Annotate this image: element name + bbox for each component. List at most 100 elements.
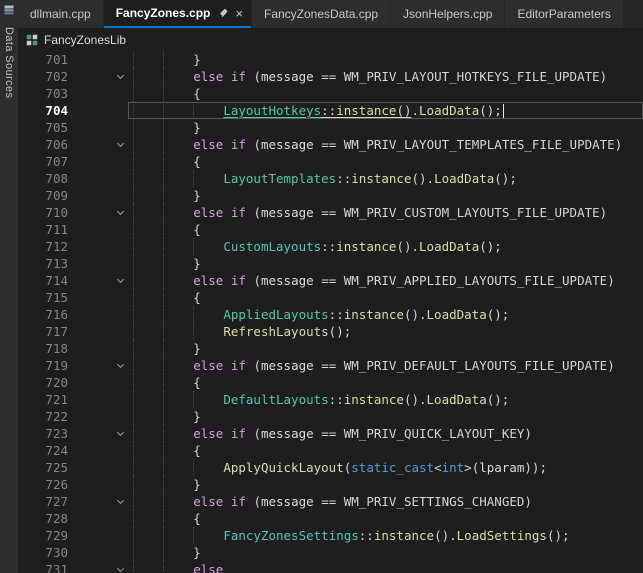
code-text[interactable]: else if (message == WM_PRIV_CUSTOM_LAYOU…	[128, 204, 643, 221]
code-token: ();	[494, 171, 517, 186]
code-line-728[interactable]: 728 {	[18, 510, 643, 527]
code-text[interactable]: }	[128, 544, 643, 561]
code-text[interactable]: {	[128, 153, 643, 170]
code-text[interactable]: }	[128, 119, 643, 136]
code-token: message	[261, 494, 314, 509]
code-line-715[interactable]: 715 {	[18, 289, 643, 306]
side-tool-tab-data-sources[interactable]: Data Sources	[0, 0, 18, 573]
code-text[interactable]: else if (message == WM_PRIV_APPLIED_LAYO…	[128, 272, 643, 289]
tab-dllmain.cpp[interactable]: dllmain.cpp	[18, 0, 103, 28]
code-line-707[interactable]: 707 {	[18, 153, 643, 170]
code-text[interactable]: RefreshLayouts();	[128, 323, 643, 340]
fold-collapse-control[interactable]	[112, 425, 128, 442]
code-text[interactable]: }	[128, 408, 643, 425]
code-editor[interactable]: 701 }702 else if (message == WM_PRIV_LAY…	[18, 51, 643, 573]
tab-JsonHelpers.cpp[interactable]: JsonHelpers.cpp	[391, 0, 504, 28]
indent-guide	[193, 102, 194, 119]
code-text[interactable]: else if (message == WM_PRIV_LAYOUT_TEMPL…	[128, 136, 643, 153]
code-line-703[interactable]: 703 {	[18, 85, 643, 102]
code-line-712[interactable]: 712 CustomLayouts::instance().LoadData()…	[18, 238, 643, 255]
indent-guide	[163, 459, 164, 476]
code-text[interactable]: }	[128, 187, 643, 204]
code-text[interactable]: LayoutTemplates::instance().LoadData();	[128, 170, 643, 187]
code-text[interactable]: {	[128, 85, 643, 102]
navigation-bar[interactable]: FancyZonesLib	[18, 28, 643, 51]
code-line-710[interactable]: 710 else if (message == WM_PRIV_CUSTOM_L…	[18, 204, 643, 221]
code-line-717[interactable]: 717 RefreshLayouts();	[18, 323, 643, 340]
fold-margin	[112, 306, 128, 323]
fold-collapse-control[interactable]	[112, 272, 128, 289]
code-line-720[interactable]: 720 {	[18, 374, 643, 391]
code-line-726[interactable]: 726 }	[18, 476, 643, 493]
code-text[interactable]: CustomLayouts::instance().LoadData();	[128, 238, 643, 255]
code-token: (	[246, 494, 261, 509]
tab-FancyZones.cpp[interactable]: FancyZones.cpp×	[104, 0, 251, 28]
fold-collapse-control[interactable]	[112, 136, 128, 153]
code-text[interactable]: DefaultLayouts::instance().LoadData();	[128, 391, 643, 408]
code-text[interactable]: {	[128, 289, 643, 306]
code-text[interactable]: }	[128, 340, 643, 357]
code-line-727[interactable]: 727 else if (message == WM_PRIV_SETTINGS…	[18, 493, 643, 510]
line-number: 712	[18, 238, 68, 255]
line-number: 724	[18, 442, 68, 459]
code-line-721[interactable]: 721 DefaultLayouts::instance().LoadData(…	[18, 391, 643, 408]
code-line-723[interactable]: 723 else if (message == WM_PRIV_QUICK_LA…	[18, 425, 643, 442]
code-text[interactable]: {	[128, 510, 643, 527]
code-text[interactable]: {	[128, 442, 643, 459]
tab-FancyZonesData.cpp[interactable]: FancyZonesData.cpp	[252, 0, 390, 28]
code-text[interactable]: {	[128, 221, 643, 238]
code-text[interactable]: }	[128, 255, 643, 272]
glyph-margin	[68, 425, 112, 442]
code-line-706[interactable]: 706 else if (message == WM_PRIV_LAYOUT_T…	[18, 136, 643, 153]
indent-guide	[163, 323, 164, 340]
code-line-718[interactable]: 718 }	[18, 340, 643, 357]
fold-collapse-control[interactable]	[112, 493, 128, 510]
code-line-729[interactable]: 729 FancyZonesSettings::instance().LoadS…	[18, 527, 643, 544]
code-line-724[interactable]: 724 {	[18, 442, 643, 459]
code-line-708[interactable]: 708 LayoutTemplates::instance().LoadData…	[18, 170, 643, 187]
code-line-713[interactable]: 713 }	[18, 255, 643, 272]
code-text[interactable]: ApplyQuickLayout(static_cast<int>(lparam…	[128, 459, 643, 476]
code-line-711[interactable]: 711 {	[18, 221, 643, 238]
code-text[interactable]: LayoutHotkeys::instance().LoadData();	[128, 102, 643, 119]
code-line-716[interactable]: 716 AppliedLayouts::instance().LoadData(…	[18, 306, 643, 323]
pin-icon[interactable]	[217, 8, 228, 19]
fold-margin	[112, 527, 128, 544]
code-line-704[interactable]: 704 LayoutHotkeys::instance().LoadData()…	[18, 102, 643, 119]
code-text[interactable]: else if (message == WM_PRIV_LAYOUT_HOTKE…	[128, 68, 643, 85]
code-line-722[interactable]: 722 }	[18, 408, 643, 425]
code-token: ==	[314, 358, 344, 373]
code-text[interactable]: FancyZonesSettings::instance().LoadSetti…	[128, 527, 643, 544]
code-line-730[interactable]: 730 }	[18, 544, 643, 561]
tab-EditorParameters[interactable]: EditorParameters	[505, 0, 622, 28]
fold-collapse-control[interactable]	[112, 68, 128, 85]
fold-collapse-control[interactable]	[112, 204, 128, 221]
project-dropdown-label[interactable]: FancyZonesLib	[44, 33, 126, 47]
code-line-714[interactable]: 714 else if (message == WM_PRIV_APPLIED_…	[18, 272, 643, 289]
code-line-725[interactable]: 725 ApplyQuickLayout(static_cast<int>(lp…	[18, 459, 643, 476]
code-text[interactable]: }	[128, 51, 643, 68]
code-line-719[interactable]: 719 else if (message == WM_PRIV_DEFAULT_…	[18, 357, 643, 374]
code-token: instance	[374, 528, 434, 543]
code-line-701[interactable]: 701 }	[18, 51, 643, 68]
code-line-709[interactable]: 709 }	[18, 187, 643, 204]
code-text[interactable]: AppliedLayouts::instance().LoadData();	[128, 306, 643, 323]
code-line-705[interactable]: 705 }	[18, 119, 643, 136]
code-token: else	[193, 494, 223, 509]
fold-collapse-control[interactable]	[112, 357, 128, 374]
indent-guide	[163, 289, 164, 306]
fold-margin	[112, 51, 128, 68]
code-text[interactable]: else if (message == WM_PRIV_SETTINGS_CHA…	[128, 493, 643, 510]
code-text[interactable]: {	[128, 374, 643, 391]
code-text[interactable]: }	[128, 476, 643, 493]
code-line-731[interactable]: 731 else	[18, 561, 643, 573]
close-icon[interactable]: ×	[235, 7, 243, 20]
line-number: 723	[18, 425, 68, 442]
fold-collapse-control[interactable]	[112, 561, 128, 573]
code-text[interactable]: else if (message == WM_PRIV_QUICK_LAYOUT…	[128, 425, 643, 442]
glyph-margin	[68, 221, 112, 238]
fold-margin	[112, 102, 128, 119]
code-line-702[interactable]: 702 else if (message == WM_PRIV_LAYOUT_H…	[18, 68, 643, 85]
code-text[interactable]: else if (message == WM_PRIV_DEFAULT_LAYO…	[128, 357, 643, 374]
code-text[interactable]: else	[128, 561, 643, 573]
